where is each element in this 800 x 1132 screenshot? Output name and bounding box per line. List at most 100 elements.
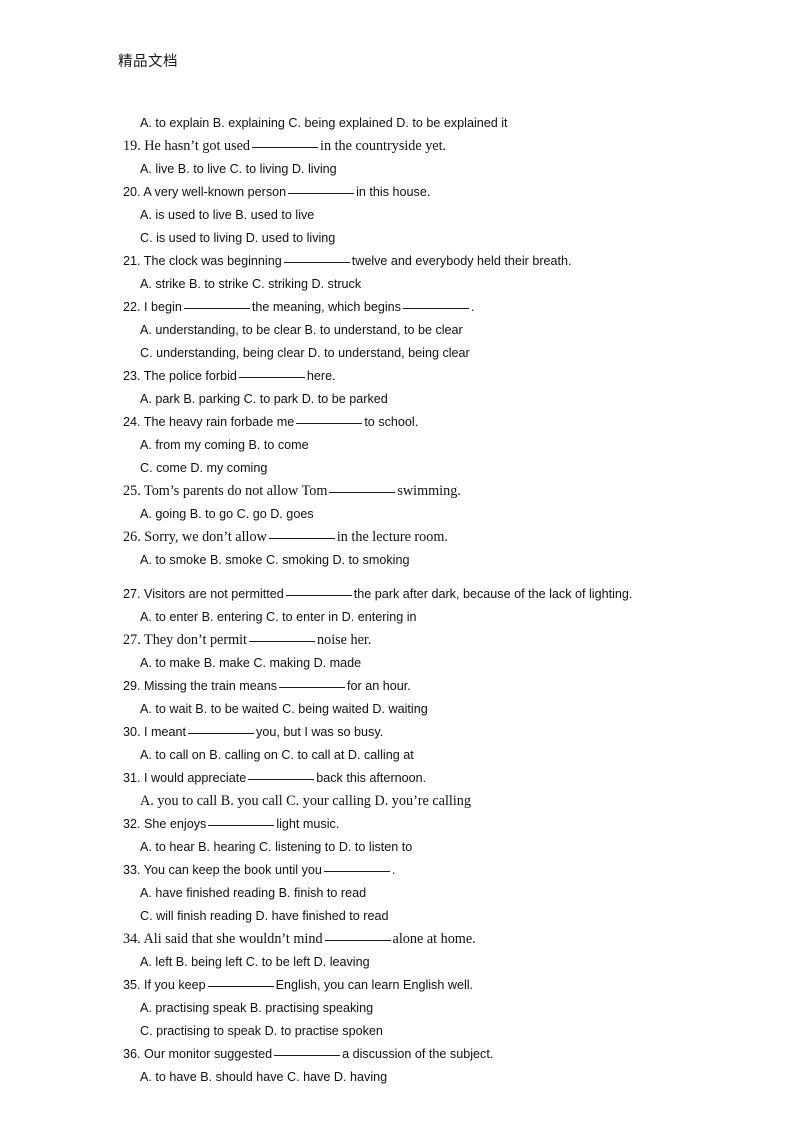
question-number: 21. bbox=[123, 254, 141, 268]
question-text: You can keep the book until you bbox=[143, 863, 322, 877]
question-text: The police forbid bbox=[143, 369, 237, 383]
answer-blank[interactable] bbox=[252, 147, 319, 148]
question-number: 30. bbox=[123, 725, 141, 739]
question-options: A. to have B. should have C. have D. hav… bbox=[140, 1070, 388, 1084]
answer-blank[interactable] bbox=[268, 538, 335, 539]
answer-blank[interactable] bbox=[274, 1055, 341, 1056]
question-stem: 24. The heavy rain forbade me to school. bbox=[0, 411, 800, 434]
question-number: 33. bbox=[123, 863, 141, 877]
question-options: A. from my coming B. to come bbox=[140, 438, 309, 452]
question-text-tail: . bbox=[470, 300, 475, 314]
question-text: I meant bbox=[144, 725, 187, 739]
question-text: Visitors are not permitted bbox=[144, 587, 284, 601]
answer-blank[interactable] bbox=[402, 308, 469, 309]
answer-blank[interactable] bbox=[279, 687, 346, 688]
question-stem: 23. The police forbid here. bbox=[0, 365, 800, 388]
question-text: They don’t permit bbox=[144, 632, 248, 648]
question-number: 19. bbox=[123, 138, 141, 154]
question-text-tail: you, but I was so busy. bbox=[256, 725, 384, 739]
question-number: 27. bbox=[123, 587, 141, 601]
question-text-tail: back this afternoon. bbox=[316, 771, 427, 785]
answer-blank[interactable] bbox=[329, 492, 396, 493]
question-options: A. you to call B. you call C. your calli… bbox=[140, 793, 471, 809]
question-number: 35. bbox=[123, 978, 141, 992]
question-options: A. live B. to live C. to living D. livin… bbox=[140, 162, 337, 176]
question-text: Missing the train means bbox=[144, 679, 278, 693]
question-text-tail: to school. bbox=[364, 415, 419, 429]
question-text-tail: English, you can learn English well. bbox=[275, 978, 474, 992]
question-text: A very well-known person bbox=[143, 185, 287, 199]
question-stem: 36. Our monitor suggested a discussion of… bbox=[0, 1043, 800, 1066]
question-text: I begin bbox=[144, 300, 182, 314]
question-options: A. to make B. make C. making D. made bbox=[140, 656, 362, 670]
question-stem: 31. I would appreciate back this afternoo… bbox=[0, 767, 800, 790]
question-options: C. practising to speak D. to practise sp… bbox=[140, 1024, 383, 1038]
question-number: 25. bbox=[123, 483, 141, 499]
question-stem: 25. Tom’s parents do not allow Tom swimmi… bbox=[0, 480, 800, 503]
question-text: She enjoys bbox=[144, 817, 207, 831]
question-options: A. understanding, to be clear B. to unde… bbox=[140, 323, 463, 337]
question-options: A. strike B. to strike C. striking D. st… bbox=[140, 277, 362, 291]
question-stem: 29. Missing the train means for an hour. bbox=[0, 675, 800, 698]
question-text-tail: in the countryside yet. bbox=[320, 138, 447, 154]
question-text: I would appreciate bbox=[144, 771, 247, 785]
question-text-tail: . bbox=[391, 863, 396, 877]
question-text-tail: noise her. bbox=[317, 632, 372, 648]
answer-blank[interactable] bbox=[249, 641, 316, 642]
question-stem: 32. She enjoys light music. bbox=[0, 813, 800, 836]
answer-blank[interactable] bbox=[283, 262, 350, 263]
answer-blank[interactable] bbox=[323, 871, 390, 872]
answer-blank[interactable] bbox=[285, 595, 352, 596]
answer-blank[interactable] bbox=[183, 308, 250, 309]
question-options: C. come D. my coming bbox=[140, 461, 268, 475]
question-number: 27. bbox=[123, 632, 141, 648]
question-text-tail: for an hour. bbox=[347, 679, 411, 693]
answer-blank[interactable] bbox=[324, 940, 391, 941]
question-options: A. going B. to go C. go D. goes bbox=[140, 507, 314, 521]
question-stem: 30. I meant you, but I was so busy. bbox=[0, 721, 800, 744]
question-options: A. to hear B. hearing C. listening to D.… bbox=[140, 840, 413, 854]
question-stem: 33. You can keep the book until you. bbox=[0, 859, 800, 882]
question-text-tail: in this house. bbox=[356, 185, 431, 199]
question-text: He hasn’t got used bbox=[144, 138, 251, 154]
answer-blank[interactable] bbox=[208, 825, 275, 826]
answer-blank[interactable] bbox=[248, 779, 315, 780]
answer-blank[interactable] bbox=[296, 423, 363, 424]
question-text: The clock was beginning bbox=[143, 254, 282, 268]
question-options: A. to wait B. to be waited C. being wait… bbox=[140, 702, 428, 716]
question-options: A. have finished reading B. finish to re… bbox=[140, 886, 367, 900]
question-number: 22. bbox=[123, 300, 141, 314]
question-options: A. to enter B. entering C. to enter in D… bbox=[140, 610, 417, 624]
question-text: Ali said that she wouldn’t mind bbox=[143, 931, 323, 947]
question-options: A. to explain B. explaining C. being exp… bbox=[140, 116, 508, 130]
question-options: A. to smoke B. smoke C. smoking D. to sm… bbox=[140, 553, 410, 567]
question-number: 34. bbox=[123, 931, 141, 947]
question-number: 31. bbox=[123, 771, 141, 785]
question-stem: 27. They don’t permit noise her. bbox=[0, 629, 800, 652]
question-text: Sorry, we don’t allow bbox=[144, 529, 267, 545]
answer-blank[interactable] bbox=[188, 733, 255, 734]
watermark-text: 精品文档 bbox=[118, 54, 178, 70]
question-stem: 26. Sorry, we don’t allow in the lecture … bbox=[0, 526, 800, 549]
question-stem: 35. If you keep English, you can learn En… bbox=[0, 974, 800, 997]
question-stem: 22. I begin the meaning, which begins. bbox=[0, 296, 800, 319]
question-text: If you keep bbox=[144, 978, 206, 992]
question-text: Our monitor suggested bbox=[144, 1047, 273, 1061]
question-text: The heavy rain forbade me bbox=[143, 415, 295, 429]
question-options: A. is used to live B. used to live bbox=[140, 208, 315, 222]
question-text-tail: in the lecture room. bbox=[336, 529, 448, 545]
question-number: 26. bbox=[123, 529, 141, 545]
answer-blank[interactable] bbox=[207, 986, 274, 987]
question-text-tail: twelve and everybody held their breath. bbox=[351, 254, 572, 268]
question-text-tail: light music. bbox=[276, 817, 340, 831]
question-list: A. to explain B. explaining C. being exp… bbox=[0, 112, 800, 1089]
answer-blank[interactable] bbox=[238, 377, 305, 378]
question-text-tail: a discussion of the subject. bbox=[342, 1047, 494, 1061]
question-options: A. practising speak B. practising speaki… bbox=[140, 1001, 374, 1015]
answer-blank[interactable] bbox=[288, 193, 355, 194]
question-text-tail: swimming. bbox=[397, 483, 461, 499]
question-text-tail: the park after dark, because of the lack… bbox=[353, 587, 633, 601]
question-text-tail: here. bbox=[306, 369, 336, 383]
question-options: C. is used to living D. used to living bbox=[140, 231, 336, 245]
question-options: C. understanding, being clear D. to unde… bbox=[140, 346, 470, 360]
